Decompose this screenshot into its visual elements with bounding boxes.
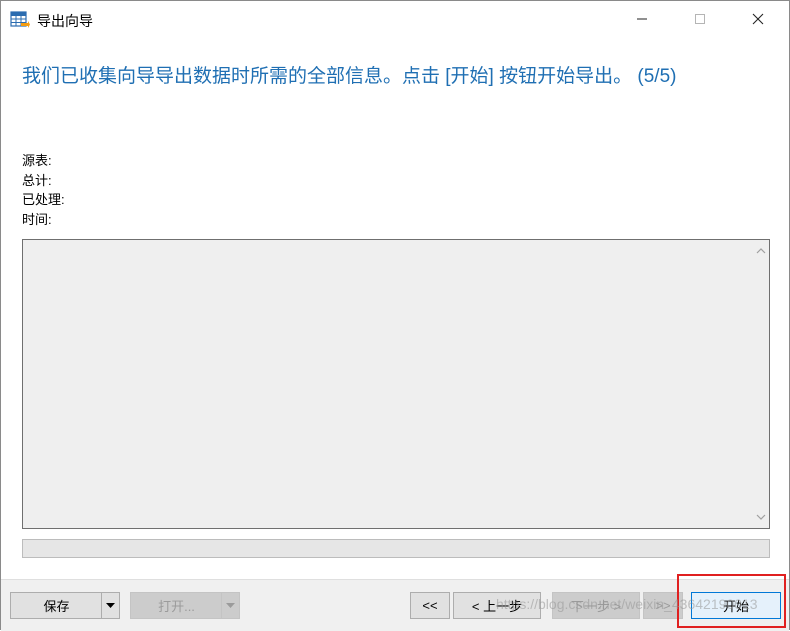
total-label: 总计:: [22, 172, 52, 188]
last-step-button[interactable]: >>: [643, 592, 683, 619]
save-dropdown-arrow[interactable]: [101, 593, 119, 618]
open-button[interactable]: 打开...: [130, 592, 240, 619]
previous-step-label: < 上一步: [471, 599, 523, 614]
save-button[interactable]: 保存: [10, 592, 120, 619]
title-bar: 导出向导: [1, 1, 789, 39]
export-progress-bar: [22, 539, 770, 558]
previous-step-button[interactable]: < 上一步: [453, 592, 541, 619]
scroll-up-icon[interactable]: [752, 242, 769, 259]
first-step-button[interactable]: <<: [410, 592, 450, 619]
start-button-label: 开始: [722, 599, 749, 614]
processed-label: 已处理:: [22, 192, 65, 207]
export-log-area[interactable]: [22, 239, 770, 529]
last-step-label: >>: [655, 598, 671, 613]
export-wizard-window: 导出向导 我们已收集向导导出数据时所需的全部信息。点击 [开始] 按钮开始导出。…: [0, 0, 790, 631]
log-scrollbar[interactable]: [752, 240, 769, 528]
start-button[interactable]: 开始: [691, 592, 781, 619]
window-title: 导出向导: [37, 13, 93, 29]
minimize-icon: [636, 13, 648, 28]
wizard-heading: 我们已收集向导导出数据时所需的全部信息。点击 [开始] 按钮开始导出。 (5/5…: [22, 66, 677, 87]
open-button-label: 打开...: [158, 599, 195, 614]
close-button[interactable]: [735, 1, 781, 39]
save-button-label: 保存: [43, 599, 70, 614]
next-step-button[interactable]: 下一步 >: [552, 592, 640, 619]
source-table-label: 源表:: [22, 153, 52, 168]
export-info: 源表: 总计: 已处理: 时间:: [22, 151, 65, 229]
next-step-label: 下一步 >: [570, 599, 622, 614]
minimize-button[interactable]: [619, 1, 665, 39]
table-export-icon: [10, 10, 30, 30]
open-dropdown-arrow[interactable]: [221, 593, 239, 618]
maximize-button[interactable]: [677, 1, 723, 39]
first-step-label: <<: [422, 598, 438, 613]
close-icon: [752, 13, 764, 28]
maximize-icon: [694, 13, 706, 28]
time-label: 时间:: [22, 211, 52, 227]
scroll-down-icon[interactable]: [752, 509, 769, 526]
wizard-footer: 保存 打开... << < 上一步 下一步 > >> 开始: [1, 579, 789, 631]
